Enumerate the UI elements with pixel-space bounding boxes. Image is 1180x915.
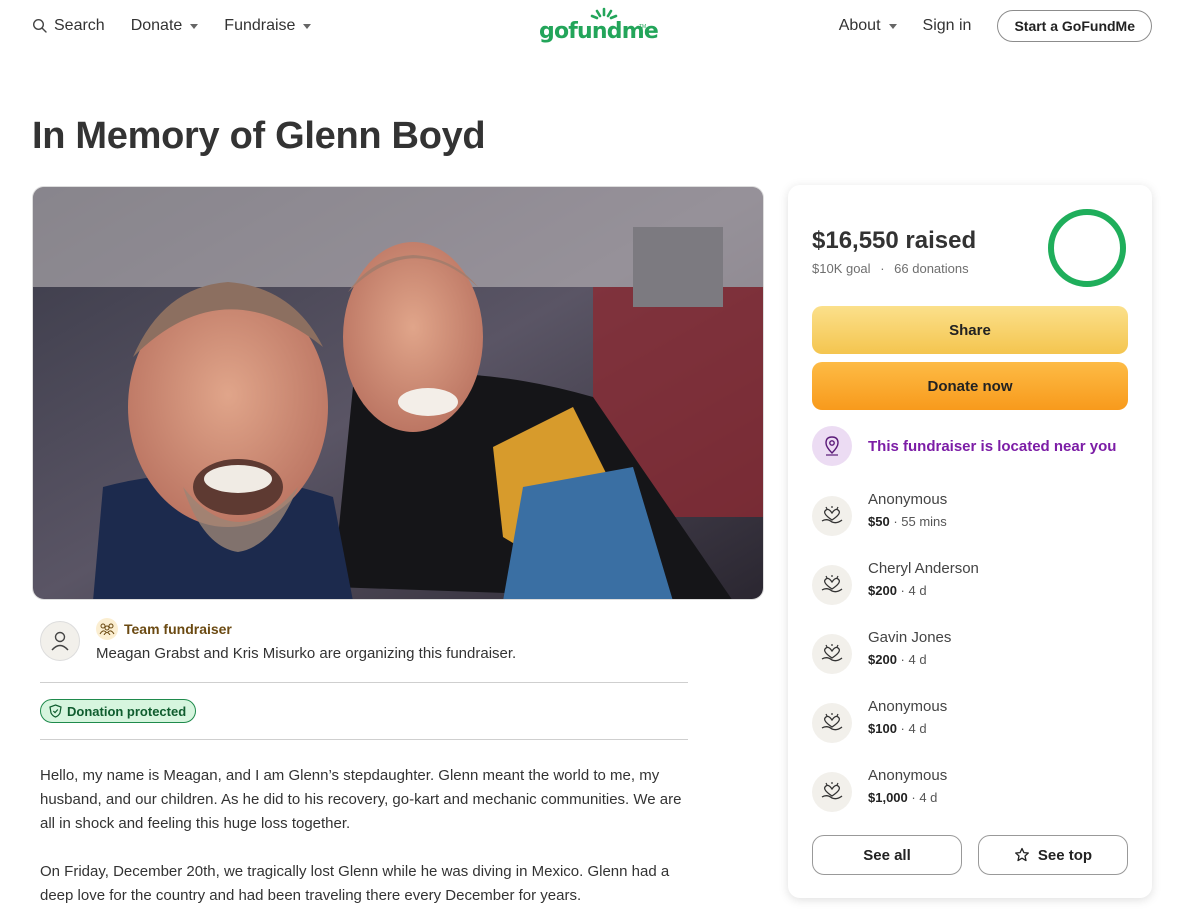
shield-icon xyxy=(49,704,62,718)
donation-count: 66 donations xyxy=(894,261,969,276)
page-title: In Memory of Glenn Boyd xyxy=(32,115,486,157)
donation-amount: $50 xyxy=(868,514,890,529)
search-label: Search xyxy=(54,17,105,34)
donation-meta: $1,000 · 4 d xyxy=(868,790,938,805)
search-link[interactable]: Search xyxy=(32,14,105,38)
donor-name: Anonymous xyxy=(868,698,948,715)
donation-meta: $200 · 4 d xyxy=(868,583,927,598)
donate-now-button[interactable]: Donate now xyxy=(812,362,1128,410)
goal-summary: $10K goal · 66 donations xyxy=(812,261,969,276)
donation-time: 4 d xyxy=(908,652,927,667)
about-menu[interactable]: About xyxy=(839,14,897,38)
story-text: Hello, my name is Meagan, and I am Glenn… xyxy=(40,764,688,915)
trademark-mark: TM xyxy=(639,24,647,30)
organizer-avatar[interactable] xyxy=(40,621,80,661)
fundraise-menu-label: Fundraise xyxy=(224,17,296,34)
donate-menu-label: Donate xyxy=(130,17,183,34)
chevron-down-icon xyxy=(190,23,199,29)
donation-item: Anonymous $100 · 4 d xyxy=(812,698,1128,748)
campaign-photo-illustration xyxy=(33,187,763,599)
campaign-photo[interactable] xyxy=(32,186,764,600)
donor-name: Gavin Jones xyxy=(868,629,952,646)
donation-meta: $200 · 4 d xyxy=(868,652,927,667)
see-all-button[interactable]: See all xyxy=(812,835,962,875)
chevron-down-icon xyxy=(888,23,897,29)
team-icon xyxy=(96,618,118,640)
story-paragraph: Hello, my name is Meagan, and I am Glenn… xyxy=(40,767,682,832)
nav-left: Search Donate Fundraise xyxy=(32,14,312,38)
nav-right: About Sign in Start a GoFundMe xyxy=(839,10,1152,42)
heart-hand-icon xyxy=(812,772,852,812)
donation-protected-text: Donation protected xyxy=(67,703,187,719)
user-icon xyxy=(51,631,69,651)
location-pin-icon xyxy=(812,426,852,466)
logo-text: gofundme xyxy=(539,19,659,44)
team-fundraiser-text: Team fundraiser xyxy=(124,621,232,637)
donation-amount: $200 xyxy=(868,652,897,667)
progress-ring xyxy=(1048,209,1126,287)
donor-name: Anonymous xyxy=(868,491,948,508)
nearby-notice: This fundraiser is located near you xyxy=(812,426,1116,466)
donate-menu[interactable]: Donate xyxy=(131,14,199,38)
donor-name: Cheryl Anderson xyxy=(868,560,979,577)
donation-time: 55 mins xyxy=(901,514,947,529)
gofundme-logo[interactable]: gofundme TM xyxy=(537,6,659,46)
sign-in-link[interactable]: Sign in xyxy=(923,14,972,38)
start-gofundme-button[interactable]: Start a GoFundMe xyxy=(997,10,1152,42)
see-top-label: See top xyxy=(1037,846,1093,864)
star-icon xyxy=(1014,847,1029,862)
donation-amount: $100 xyxy=(868,721,897,736)
donation-item: Anonymous $1,000 · 4 d xyxy=(812,767,1128,817)
donation-item: Gavin Jones $200 · 4 d xyxy=(812,629,1128,679)
heart-hand-icon xyxy=(812,634,852,674)
goal-separator: · xyxy=(880,261,885,276)
heart-hand-icon xyxy=(812,496,852,536)
story-paragraph: On Friday, December 20th, we tragically … xyxy=(40,863,670,904)
donation-item: Cheryl Anderson $200 · 4 d xyxy=(812,560,1128,610)
donation-item: Anonymous $50 · 55 mins xyxy=(812,491,1128,541)
search-icon xyxy=(32,18,47,33)
progress-ring-arc xyxy=(1048,209,1126,287)
team-fundraiser-label: Team fundraiser xyxy=(96,618,232,640)
donation-time: 4 d xyxy=(908,721,927,736)
goal-amount: $10K goal xyxy=(812,261,871,276)
donation-time: 4 d xyxy=(908,583,927,598)
heart-hand-icon xyxy=(812,565,852,605)
see-top-button[interactable]: See top xyxy=(978,835,1128,875)
organizer-description: Meagan Grabst and Kris Misurko are organ… xyxy=(96,645,517,662)
top-navigation: Search Donate Fundraise gofundme TM Abou… xyxy=(0,0,1180,52)
nearby-text: This fundraiser is located near you xyxy=(868,437,1117,455)
amount-raised: $16,550 raised xyxy=(812,227,977,254)
donation-meta: $50 · 55 mins xyxy=(868,514,947,529)
donation-time: 4 d xyxy=(919,790,938,805)
donation-meta: $100 · 4 d xyxy=(868,721,927,736)
donation-sidebar-card: $16,550 raised $10K goal · 66 donations … xyxy=(788,185,1152,898)
chevron-down-icon xyxy=(303,23,312,29)
fundraise-menu[interactable]: Fundraise xyxy=(224,14,312,38)
about-menu-label: About xyxy=(838,17,881,34)
donation-amount: $200 xyxy=(868,583,897,598)
divider xyxy=(40,739,688,740)
divider xyxy=(40,682,688,683)
donation-protected-badge[interactable]: Donation protected xyxy=(40,699,197,723)
heart-hand-icon xyxy=(812,703,852,743)
donation-amount: $1,000 xyxy=(868,790,908,805)
share-button[interactable]: Share xyxy=(812,306,1128,354)
donor-name: Anonymous xyxy=(868,767,948,784)
